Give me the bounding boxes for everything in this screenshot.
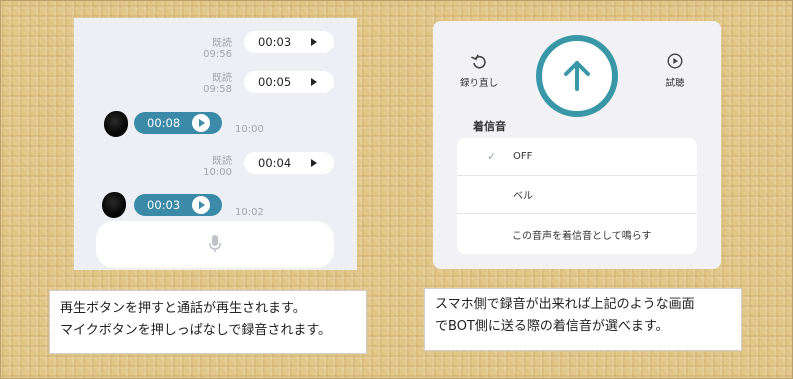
voice-message-bubble[interactable]: 00:05: [244, 71, 334, 93]
message-meta: 既読 09:58: [192, 73, 232, 95]
read-status: 既読: [212, 38, 232, 49]
caption-left: 再生ボタンを押すと通話が再生されます。 マイクボタンを押しっぱなしで録音されます…: [49, 290, 367, 354]
read-status: 既読: [212, 156, 232, 167]
voice-message-bubble[interactable]: 00:04: [244, 152, 334, 174]
redo-icon: [471, 54, 486, 69]
ringtone-heading: 着信音: [473, 120, 506, 133]
option-label: この音声を着信音として鳴らす: [512, 230, 652, 242]
preview-label: 試聴: [665, 78, 685, 89]
voice-duration: 00:03: [258, 35, 292, 49]
option-label: OFF: [513, 151, 533, 162]
voice-message-bubble[interactable]: 00:03: [244, 31, 334, 53]
caption-line: スマホ側で録音が出来れば上記のような画面: [435, 297, 695, 312]
redo-button[interactable]: 録り直し: [451, 53, 507, 89]
avatar: [102, 192, 126, 218]
ringtone-option-voice[interactable]: この音声を着信音として鳴らす: [457, 214, 697, 254]
message-meta: 既読 10:00: [192, 156, 232, 178]
checkmark-icon: ✓: [487, 150, 497, 163]
play-icon[interactable]: [192, 196, 211, 214]
read-status: 既読: [212, 73, 232, 84]
caption-right: スマホ側で録音が出来れば上記のような画面 でBOT側に送る際の着信音が選べます。: [424, 288, 742, 351]
voice-duration: 00:04: [258, 156, 292, 170]
send-recording-button[interactable]: [536, 35, 618, 117]
play-icon[interactable]: [192, 114, 211, 132]
option-label: ベル: [513, 191, 533, 202]
ringtone-option-bell[interactable]: ベル: [457, 176, 697, 214]
recording-panel: 録り直し 試聴 着信音 ✓ OFF ベル この音声を着信音として鳴らす: [433, 21, 721, 269]
play-icon[interactable]: [311, 78, 318, 86]
avatar: [104, 111, 128, 137]
message-time: 09:56: [203, 49, 232, 60]
ringtone-option-off[interactable]: ✓ OFF: [457, 138, 697, 176]
message-time: 10:00: [235, 124, 264, 135]
message-time: 10:00: [203, 167, 232, 178]
voice-duration: 00:08: [147, 116, 181, 130]
message-time: 10:02: [235, 207, 264, 218]
play-icon[interactable]: [311, 38, 318, 46]
play-circle-icon: [667, 53, 683, 69]
ringtone-options: ✓ OFF ベル この音声を着信音として鳴らす: [457, 138, 697, 254]
redo-label: 録り直し: [459, 78, 498, 89]
preview-button[interactable]: 試聴: [647, 53, 703, 89]
play-icon[interactable]: [311, 159, 318, 167]
voice-chat-panel: 既読 09:56 00:03 既読 09:58 00:05 00:08 10:0…: [74, 18, 357, 270]
record-composer: [96, 221, 334, 268]
caption-line: マイクボタンを押しっぱなしで録音されます。: [60, 323, 332, 338]
caption-line: 再生ボタンを押すと通話が再生されます。: [60, 301, 306, 316]
message-meta: 既読 09:56: [192, 38, 232, 60]
voice-duration: 00:03: [147, 198, 181, 212]
message-time: 09:58: [203, 84, 232, 95]
arrow-up-icon: [564, 61, 590, 91]
voice-duration: 00:05: [258, 75, 292, 89]
voice-message-bubble[interactable]: 00:03: [134, 194, 222, 216]
caption-line: でBOT側に送る際の着信音が選べます。: [435, 319, 669, 334]
voice-message-bubble[interactable]: 00:08: [134, 112, 222, 134]
microphone-icon[interactable]: [209, 235, 221, 257]
